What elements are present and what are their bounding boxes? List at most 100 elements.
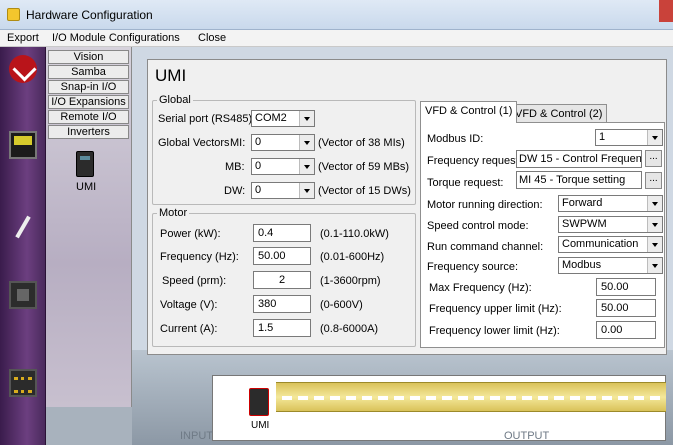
mi-select[interactable]: 0 bbox=[251, 134, 315, 151]
torque-request-browse-button[interactable]: ... bbox=[645, 172, 662, 189]
frequency-source-select[interactable]: Modbus bbox=[558, 257, 663, 274]
serial-port-select[interactable]: COM2 bbox=[251, 110, 315, 127]
background-lower-left bbox=[46, 407, 132, 445]
chevron-down-icon bbox=[299, 183, 314, 198]
umi-config-dialog: UMI Global Serial port (RS485): COM2 Glo… bbox=[147, 59, 667, 355]
tab-vfd-control-1[interactable]: VFD & Control (1) bbox=[420, 101, 518, 123]
motor-running-direction-label: Motor running direction: bbox=[427, 199, 543, 211]
unitronics-logo-icon[interactable] bbox=[9, 55, 37, 83]
background-input-label: INPUT bbox=[180, 430, 213, 442]
background-output-label: OUTPUT bbox=[504, 430, 550, 442]
dw-hint: (Vector of 15 DWs) bbox=[318, 185, 411, 197]
speed-input[interactable]: 2 bbox=[253, 271, 311, 289]
chevron-down-icon bbox=[299, 111, 314, 126]
max-frequency-input[interactable]: 50.00 bbox=[596, 278, 656, 296]
mi-hint: (Vector of 38 MIs) bbox=[318, 137, 405, 149]
frequency-lower-limit-label: Frequency lower limit (Hz): bbox=[429, 325, 560, 337]
title-bar: Hardware Configuration bbox=[0, 0, 673, 30]
chevron-down-icon bbox=[299, 135, 314, 150]
menu-export[interactable]: Export bbox=[7, 32, 39, 44]
category-vision[interactable]: Vision bbox=[48, 50, 129, 64]
motor-legend: Motor bbox=[157, 207, 190, 219]
mb-label: MB: bbox=[225, 161, 245, 173]
frequency-input[interactable]: 50.00 bbox=[253, 247, 311, 265]
rail-umi-label: UMI bbox=[251, 420, 270, 431]
run-command-channel-select[interactable]: Communication bbox=[558, 236, 663, 253]
serial-port-value: COM2 bbox=[255, 112, 287, 124]
modbus-id-value: 1 bbox=[599, 131, 606, 143]
dw-select[interactable]: 0 bbox=[251, 182, 315, 199]
umi-device-icon[interactable] bbox=[76, 151, 94, 177]
dw-label: DW: bbox=[224, 185, 246, 197]
window-title: Hardware Configuration bbox=[26, 8, 153, 22]
modbus-id-select[interactable]: 1 bbox=[595, 129, 663, 146]
speed-hint: (1-3600rpm) bbox=[320, 275, 381, 287]
mb-value: 0 bbox=[255, 160, 262, 172]
current-hint: (0.8-6000A) bbox=[320, 323, 379, 335]
current-input[interactable]: 1.5 bbox=[253, 319, 311, 337]
motor-running-direction-select[interactable]: Forward bbox=[558, 195, 663, 212]
chevron-down-icon bbox=[647, 217, 662, 232]
torque-request-label: Torque request: bbox=[427, 177, 504, 189]
mi-label: MI: bbox=[230, 137, 246, 149]
speed-control-mode-label: Speed control mode: bbox=[427, 220, 529, 232]
chevron-down-icon bbox=[647, 130, 662, 145]
global-vectors-label: Global Vectors bbox=[158, 137, 230, 149]
tab-vfd-control-2[interactable]: VFD & Control (2) bbox=[510, 104, 608, 124]
motor-field-label: Current (A): bbox=[160, 323, 218, 335]
speed-control-mode-value: SWPWM bbox=[562, 218, 607, 230]
motor-field-label: Voltage (V): bbox=[160, 299, 218, 311]
category-remote-io[interactable]: Remote I/O bbox=[48, 110, 129, 124]
dialog-title: UMI bbox=[155, 66, 187, 85]
serial-port-label: Serial port (RS485): bbox=[158, 113, 256, 125]
mi-value: 0 bbox=[255, 136, 262, 148]
voltage-input[interactable]: 380 bbox=[253, 295, 311, 313]
frequency-request-browse-button[interactable]: ... bbox=[645, 150, 662, 167]
io-module-icon[interactable] bbox=[9, 281, 37, 309]
rail-umi-device-icon[interactable] bbox=[249, 388, 269, 416]
modbus-id-label: Modbus ID: bbox=[427, 133, 484, 145]
motor-field-label: Power (kW): bbox=[160, 228, 221, 240]
frequency-request-input[interactable]: DW 15 - Control Frequency bbox=[516, 150, 642, 168]
motor-running-direction-value: Forward bbox=[562, 197, 603, 209]
umi-device-label: UMI bbox=[76, 181, 97, 193]
motor-field-label: Frequency (Hz): bbox=[160, 251, 239, 263]
app-icon bbox=[7, 8, 20, 21]
io-expansion-icon[interactable] bbox=[9, 369, 37, 397]
window-close-button[interactable] bbox=[659, 0, 673, 22]
mb-hint: (Vector of 59 MBs) bbox=[318, 161, 410, 173]
category-io-expansions[interactable]: I/O Expansions bbox=[48, 95, 129, 109]
chevron-down-icon bbox=[647, 258, 662, 273]
menu-io-module-configurations[interactable]: I/O Module Configurations bbox=[52, 32, 180, 44]
frequency-source-value: Modbus bbox=[562, 259, 602, 271]
category-snap-in-io[interactable]: Snap-in I/O bbox=[48, 80, 129, 94]
frequency-lower-limit-input[interactable]: 0.00 bbox=[596, 321, 656, 339]
power-input[interactable]: 0.4 bbox=[253, 224, 311, 242]
chevron-down-icon bbox=[647, 237, 662, 252]
frequency-upper-limit-input[interactable]: 50.00 bbox=[596, 299, 656, 317]
category-inverters[interactable]: Inverters bbox=[48, 125, 129, 139]
category-panel: Vision Samba Snap-in I/O I/O Expansions … bbox=[46, 47, 132, 407]
chevron-down-icon bbox=[647, 196, 662, 211]
speed-control-mode-select[interactable]: SWPWM bbox=[558, 216, 663, 233]
frequency-upper-limit-label: Frequency upper limit (Hz): bbox=[429, 303, 562, 315]
frequency-request-label: Frequency request: bbox=[427, 155, 522, 167]
global-legend: Global bbox=[157, 94, 193, 106]
max-frequency-label: Max Frequency (Hz): bbox=[429, 282, 532, 294]
wizard-wand-icon[interactable] bbox=[9, 213, 37, 241]
hmi-panel-icon[interactable] bbox=[9, 131, 37, 159]
chevron-down-icon bbox=[299, 159, 314, 174]
torque-request-input[interactable]: MI 45 - Torque setting bbox=[516, 171, 642, 189]
power-hint: (0.1-110.0kW) bbox=[320, 228, 389, 240]
motor-field-label: Speed (prm): bbox=[162, 275, 227, 287]
mb-select[interactable]: 0 bbox=[251, 158, 315, 175]
frequency-source-label: Frequency source: bbox=[427, 261, 519, 273]
dw-value: 0 bbox=[255, 184, 262, 196]
run-command-channel-value: Communication bbox=[562, 238, 639, 250]
frequency-hint: (0.01-600Hz) bbox=[320, 251, 385, 263]
category-samba[interactable]: Samba bbox=[48, 65, 129, 79]
voltage-hint: (0-600V) bbox=[320, 299, 363, 311]
run-command-channel-label: Run command channel: bbox=[427, 241, 544, 253]
din-rail bbox=[276, 382, 666, 412]
menu-close[interactable]: Close bbox=[198, 32, 226, 44]
